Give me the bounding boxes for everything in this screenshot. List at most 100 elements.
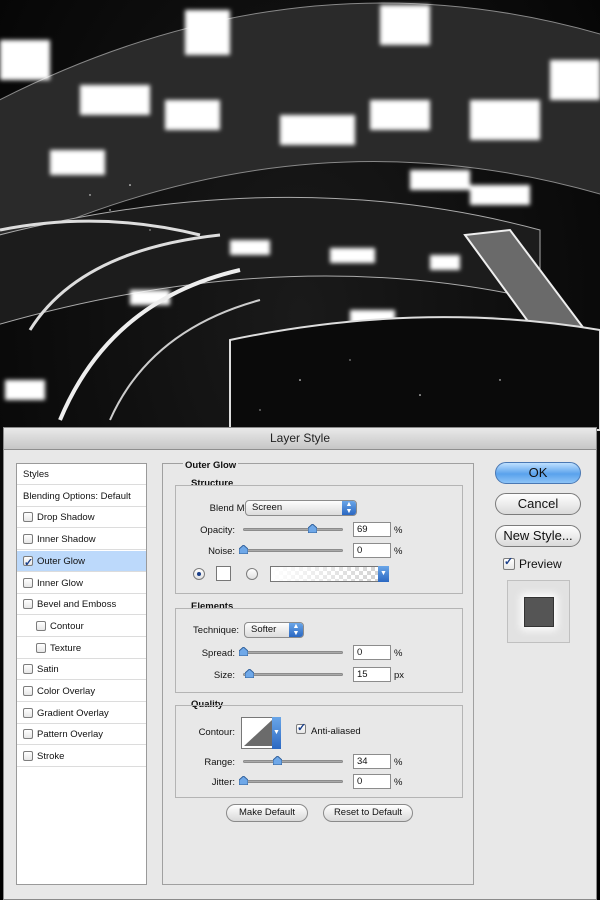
style-item-texture[interactable]: Texture (17, 638, 146, 659)
style-item-inner-glow[interactable]: Inner Glow (17, 573, 146, 594)
jitter-unit: % (394, 777, 403, 788)
blend-mode-select[interactable]: Screen ▲ ▼ (245, 500, 357, 516)
opacity-input[interactable]: 69 (353, 522, 391, 537)
blend-mode-value: Screen (252, 502, 283, 513)
range-slider-thumb[interactable] (273, 756, 282, 765)
style-item-contour[interactable]: Contour (17, 616, 146, 637)
style-item-checkbox[interactable] (23, 534, 33, 545)
style-item-label: Gradient Overlay (37, 707, 109, 719)
range-unit: % (394, 757, 403, 768)
spread-label: Spread: (201, 648, 235, 659)
styles-list: Styles Blending Options: Default Drop Shad… (16, 463, 147, 885)
spread-unit: % (394, 648, 403, 659)
noise-slider-track[interactable] (243, 549, 343, 552)
range-label: Range: (204, 757, 235, 768)
style-item-label: Stroke (37, 751, 65, 763)
style-item-drop-shadow[interactable]: Drop Shadow (17, 507, 146, 529)
style-item-checkbox[interactable] (23, 751, 33, 762)
style-item-bevel-and-emboss[interactable]: Bevel and Emboss (17, 594, 146, 616)
gradient-picker[interactable] (270, 566, 388, 582)
chevron-up-down-icon: ▲ ▼ (289, 623, 303, 637)
style-item-outer-glow[interactable]: Outer Glow (17, 550, 146, 574)
style-item-label: Bevel and Emboss (37, 599, 117, 611)
technique-value: Softer (251, 624, 277, 635)
opacity-slider-track[interactable] (243, 528, 343, 531)
technique-select[interactable]: Softer ▲ ▼ (244, 622, 304, 638)
solid-color-radio[interactable] (193, 568, 205, 580)
style-item-checkbox[interactable] (23, 707, 33, 718)
ok-button[interactable]: OK (495, 462, 581, 484)
new-style-button[interactable]: New Style... (495, 525, 581, 547)
make-default-button[interactable]: Make Default (226, 804, 308, 822)
style-item-styles[interactable]: Styles (17, 464, 146, 485)
style-item-label: Styles (23, 469, 49, 480)
noise-unit: % (394, 546, 403, 557)
spread-slider-track[interactable] (243, 651, 343, 654)
spread-input[interactable]: 0 (353, 645, 391, 660)
size-label: Size: (213, 670, 235, 681)
style-item-checkbox[interactable] (36, 642, 46, 653)
opacity-label: Opacity: (200, 525, 235, 536)
noise-label: Noise: (208, 546, 235, 557)
style-item-color-overlay[interactable]: Color Overlay (17, 681, 146, 702)
style-item-pattern-overlay[interactable]: Pattern Overlay (17, 724, 146, 746)
preview-label: Preview (519, 557, 562, 571)
opacity-slider-thumb[interactable] (308, 524, 317, 533)
style-item-checkbox[interactable] (23, 599, 33, 610)
style-item-checkbox[interactable] (23, 577, 33, 588)
noise-slider-thumb[interactable] (239, 545, 248, 554)
noise-input[interactable]: 0 (353, 543, 391, 558)
glow-color-swatch[interactable] (216, 566, 231, 581)
contour-label: Contour: (198, 727, 235, 738)
jitter-slider-track[interactable] (243, 780, 343, 783)
reset-to-default-button[interactable]: Reset to Default (323, 804, 413, 822)
style-item-label: Pattern Overlay (37, 729, 103, 741)
range-slider-track[interactable] (243, 760, 343, 763)
layer-style-dialog: Layer Style Styles Blending Options: Defa… (3, 427, 597, 900)
style-item-label: Drop Shadow (37, 512, 95, 524)
size-slider-track[interactable] (243, 673, 343, 676)
anti-aliased-checkbox[interactable] (296, 721, 306, 734)
style-item-checkbox[interactable] (23, 664, 33, 675)
dialog-title: Layer Style (4, 428, 596, 450)
style-item-gradient-overlay[interactable]: Gradient Overlay (17, 703, 146, 724)
outer-glow-panel: Outer Glow Structure Blend Mode: Screen … (162, 460, 474, 885)
style-item-label: Color Overlay (37, 686, 96, 697)
style-item-label: Satin (37, 664, 59, 676)
style-item-label: Contour (50, 620, 84, 632)
size-input[interactable]: 15 (353, 667, 391, 682)
style-item-label: Blending Options: Default (23, 490, 131, 502)
style-item-stroke[interactable]: Stroke (17, 746, 146, 768)
outer-glow-title: Outer Glow (183, 460, 239, 471)
cancel-button[interactable]: Cancel (495, 493, 581, 515)
chevron-up-down-icon: ▲ ▼ (342, 501, 356, 515)
style-item-label: Outer Glow (37, 555, 86, 567)
style-item-satin[interactable]: Satin (17, 659, 146, 681)
style-item-blending-options-default[interactable]: Blending Options: Default (17, 486, 146, 507)
jitter-label: Jitter: (211, 777, 235, 788)
style-item-checkbox[interactable] (23, 686, 33, 696)
style-item-label: Inner Glow (37, 577, 83, 589)
size-slider-thumb[interactable] (245, 669, 254, 678)
chevron-down-icon[interactable]: ▼ (378, 566, 389, 582)
gradient-radio[interactable] (246, 568, 258, 580)
technique-label: Technique: (193, 625, 239, 636)
opacity-unit: % (394, 525, 403, 536)
style-item-checkbox[interactable] (23, 553, 33, 574)
style-item-checkbox[interactable] (23, 512, 33, 523)
preview-checkbox[interactable] (503, 555, 515, 570)
style-item-checkbox[interactable] (23, 729, 33, 740)
preview-swatch (524, 597, 554, 627)
anti-aliased-label: Anti-aliased (311, 726, 361, 737)
preview-thumbnail (507, 580, 570, 643)
style-item-checkbox[interactable] (36, 620, 46, 631)
style-item-inner-shadow[interactable]: Inner Shadow (17, 529, 146, 551)
jitter-input[interactable]: 0 (353, 774, 391, 789)
style-item-label: Texture (50, 642, 82, 654)
range-input[interactable]: 34 (353, 754, 391, 769)
style-item-label: Inner Shadow (37, 534, 96, 546)
jitter-slider-thumb[interactable] (239, 776, 248, 785)
chevron-down-icon[interactable]: ▼ (272, 717, 281, 749)
spread-slider-thumb[interactable] (239, 647, 248, 656)
size-unit: px (394, 670, 405, 681)
